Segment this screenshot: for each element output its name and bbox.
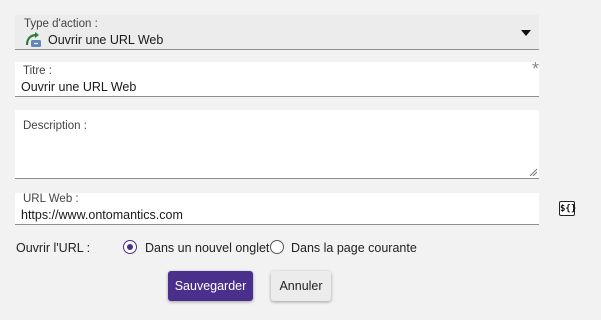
url-field[interactable]: URL Web : https://www.ontomantics.com — [15, 193, 539, 225]
action-type-label: Type d'action : — [24, 18, 98, 30]
title-field[interactable]: Titre : Ouvrir une URL Web * — [15, 59, 539, 97]
save-button[interactable]: Sauvegarder — [168, 271, 253, 301]
action-type-value: Ouvrir une URL Web — [48, 33, 164, 47]
title-input-value[interactable]: Ouvrir une URL Web — [21, 80, 136, 94]
insert-variable-icon[interactable]: ${} — [559, 201, 576, 216]
chevron-down-icon[interactable] — [521, 30, 531, 36]
description-label: Description : — [23, 120, 87, 132]
open-url-label: Ouvrir l'URL : — [16, 241, 91, 255]
action-type-select[interactable]: Type d'action : Ouvrir une URL Web — [15, 15, 539, 50]
radio-new-tab[interactable] — [123, 240, 137, 254]
url-input-value[interactable]: https://www.ontomantics.com — [21, 208, 183, 222]
title-label: Titre : — [23, 65, 52, 77]
required-asterisk-icon: * — [531, 59, 539, 79]
description-field[interactable]: Description : — [15, 110, 539, 179]
radio-new-tab-label[interactable]: Dans un nouvel onglet — [145, 241, 269, 255]
resize-handle-icon[interactable] — [529, 168, 537, 176]
cancel-button[interactable]: Annuler — [271, 271, 331, 301]
radio-current-page-label[interactable]: Dans la page courante — [291, 241, 417, 255]
url-label: URL Web : — [23, 193, 79, 205]
radio-current-page[interactable] — [270, 240, 284, 254]
open-url-icon — [25, 32, 41, 47]
